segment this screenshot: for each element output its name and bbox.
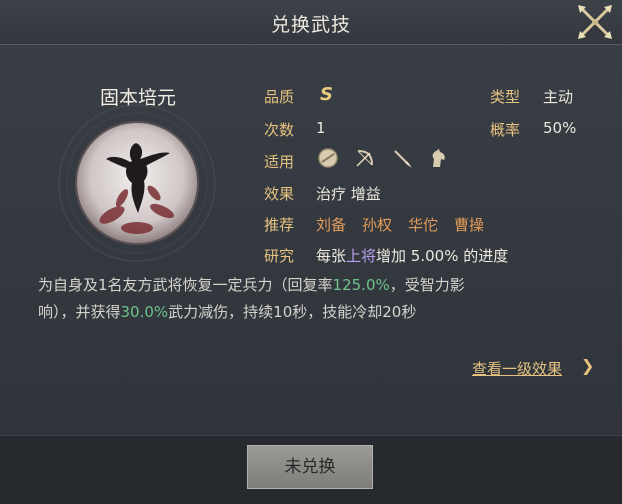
horse-icon (432, 149, 445, 167)
view-level1-effect-link[interactable]: 查看一级效果 (472, 358, 562, 379)
grade-label: 品质 (264, 88, 295, 106)
effect-label: 效果 (264, 185, 295, 203)
research-prefix: 每张 (316, 247, 347, 265)
skill-description: 为自身及1名友方武将恢复一定兵力（回复率125.0%，受智力影 响），并获得30… (38, 272, 578, 326)
research-value: 每张上将增加 5.00% 的进度 (316, 245, 508, 266)
exchange-skill-panel: 兑换武技 固本培元 品质 S 类型 主动 次数 1 概率 50% 适用 效果 治… (0, 0, 622, 504)
title-bar: 兑换武技 (0, 0, 622, 45)
rate-label: 概率 (490, 121, 521, 139)
chevron-right-icon: ❯ (581, 356, 595, 375)
grade-value: S (320, 84, 333, 105)
type-value: 主动 (543, 88, 574, 106)
close-icon[interactable] (574, 1, 616, 43)
recommend-general[interactable]: 曹操 (454, 214, 484, 235)
recommend-general[interactable]: 刘备 (316, 214, 346, 235)
spear-icon (394, 150, 412, 168)
recommend-general[interactable]: 华佗 (408, 214, 438, 235)
damage-reduction-rate: 30.0% (120, 303, 169, 321)
rate-value: 50% (543, 119, 577, 137)
recommend-general[interactable]: 孙权 (362, 214, 392, 235)
exchange-status-button[interactable]: 未兑换 (247, 445, 373, 489)
effect-value: 治疗 增益 (316, 185, 381, 203)
count-value: 1 (316, 119, 326, 137)
page-title: 兑换武技 (270, 14, 351, 36)
description-line-2: 响），并获得30.0%武力减伤，持续10秒，技能冷却20秒 (38, 303, 417, 321)
bow-icon (356, 150, 373, 167)
research-label: 研究 (264, 247, 295, 265)
recommend-label: 推荐 (264, 216, 295, 234)
research-suffix: 增加 5.00% 的进度 (376, 247, 509, 265)
heal-rate: 125.0% (332, 276, 390, 294)
type-label: 类型 (490, 88, 521, 106)
description-line-1: 为自身及1名友方武将恢复一定兵力（回复率125.0%，受智力影 (38, 276, 465, 294)
apply-label: 适用 (264, 153, 295, 171)
skill-emblem-image (58, 104, 216, 262)
count-label: 次数 (264, 121, 295, 139)
research-highlight: 上将 (346, 247, 377, 265)
shield-icon (318, 148, 338, 168)
